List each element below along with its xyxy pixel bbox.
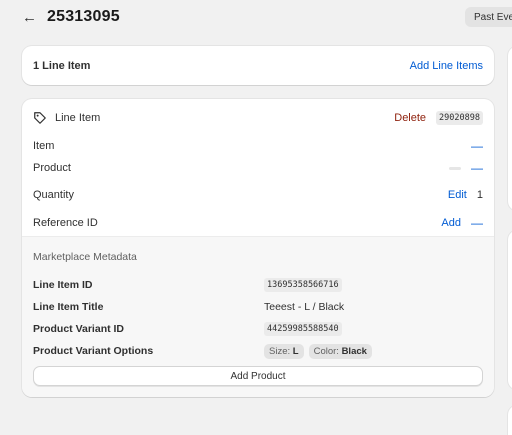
line-item-id-value: 13695358566716 [264, 278, 342, 292]
reference-id-row: Reference ID Add — [33, 215, 483, 231]
variant-id-value: 44259985588540 [264, 322, 342, 336]
reference-id-label: Reference ID [33, 217, 98, 229]
item-value[interactable]: — [471, 139, 483, 153]
page-title: 25313095 [47, 8, 120, 25]
side-panel-card [508, 46, 512, 211]
metadata-title: Marketplace Metadata [33, 251, 137, 263]
past-events-button[interactable]: Past Eve [465, 7, 512, 27]
line-item-title-value: Teeest - L / Black [264, 301, 345, 313]
line-item-code: 29020898 [436, 111, 483, 125]
reference-id-add-link[interactable]: Add [441, 217, 461, 229]
side-panel-card [508, 405, 512, 435]
arrow-left-icon[interactable]: ← [22, 10, 37, 25]
quantity-value: 1 [476, 189, 483, 201]
add-line-items-link[interactable]: Add Line Items [410, 60, 483, 72]
product-value[interactable]: — [471, 161, 483, 175]
variant-options-label: Product Variant Options [33, 345, 154, 357]
line-item-id-label: Line Item ID [33, 279, 93, 291]
page-header: ← 25313095 [22, 6, 120, 28]
variant-id-label: Product Variant ID [33, 323, 125, 335]
product-label: Product [33, 162, 71, 174]
product-row: Product — [33, 160, 483, 176]
line-item-card: Line Item Delete 29020898 Item — Product… [22, 99, 494, 397]
line-item-title-row: Line Item Title Teeest - L / Black [33, 299, 483, 315]
side-panel-card [508, 230, 512, 390]
quantity-label: Quantity [33, 189, 74, 201]
line-item-count: 1 Line Item [33, 59, 91, 72]
delete-button[interactable]: Delete [394, 112, 426, 124]
item-row: Item — [33, 138, 483, 154]
reference-id-value: — [471, 216, 483, 230]
product-placeholder [449, 166, 461, 170]
quantity-row: Quantity Edit 1 [33, 187, 483, 203]
line-item-heading: Line Item [55, 112, 101, 124]
item-label: Item [33, 140, 55, 152]
line-item-title-label: Line Item Title [33, 301, 104, 313]
tag-icon [34, 112, 46, 124]
line-item-header: Line Item Delete 29020898 [33, 110, 483, 126]
line-items-summary-card: 1 Line Item Add Line Items [22, 46, 494, 85]
line-item-id-row: Line Item ID 13695358566716 [33, 277, 483, 293]
marketplace-metadata-section: Marketplace Metadata Line Item ID 136953… [22, 236, 494, 397]
variant-id-row: Product Variant ID 44259985588540 [33, 321, 483, 337]
variant-options-row: Product Variant Options Size: L Color: B… [33, 343, 483, 359]
color-option-pill: Color: Black [308, 343, 372, 359]
size-option-pill: Size: L [264, 343, 304, 359]
add-product-button[interactable]: Add Product [33, 366, 483, 386]
quantity-edit-link[interactable]: Edit [448, 189, 467, 201]
